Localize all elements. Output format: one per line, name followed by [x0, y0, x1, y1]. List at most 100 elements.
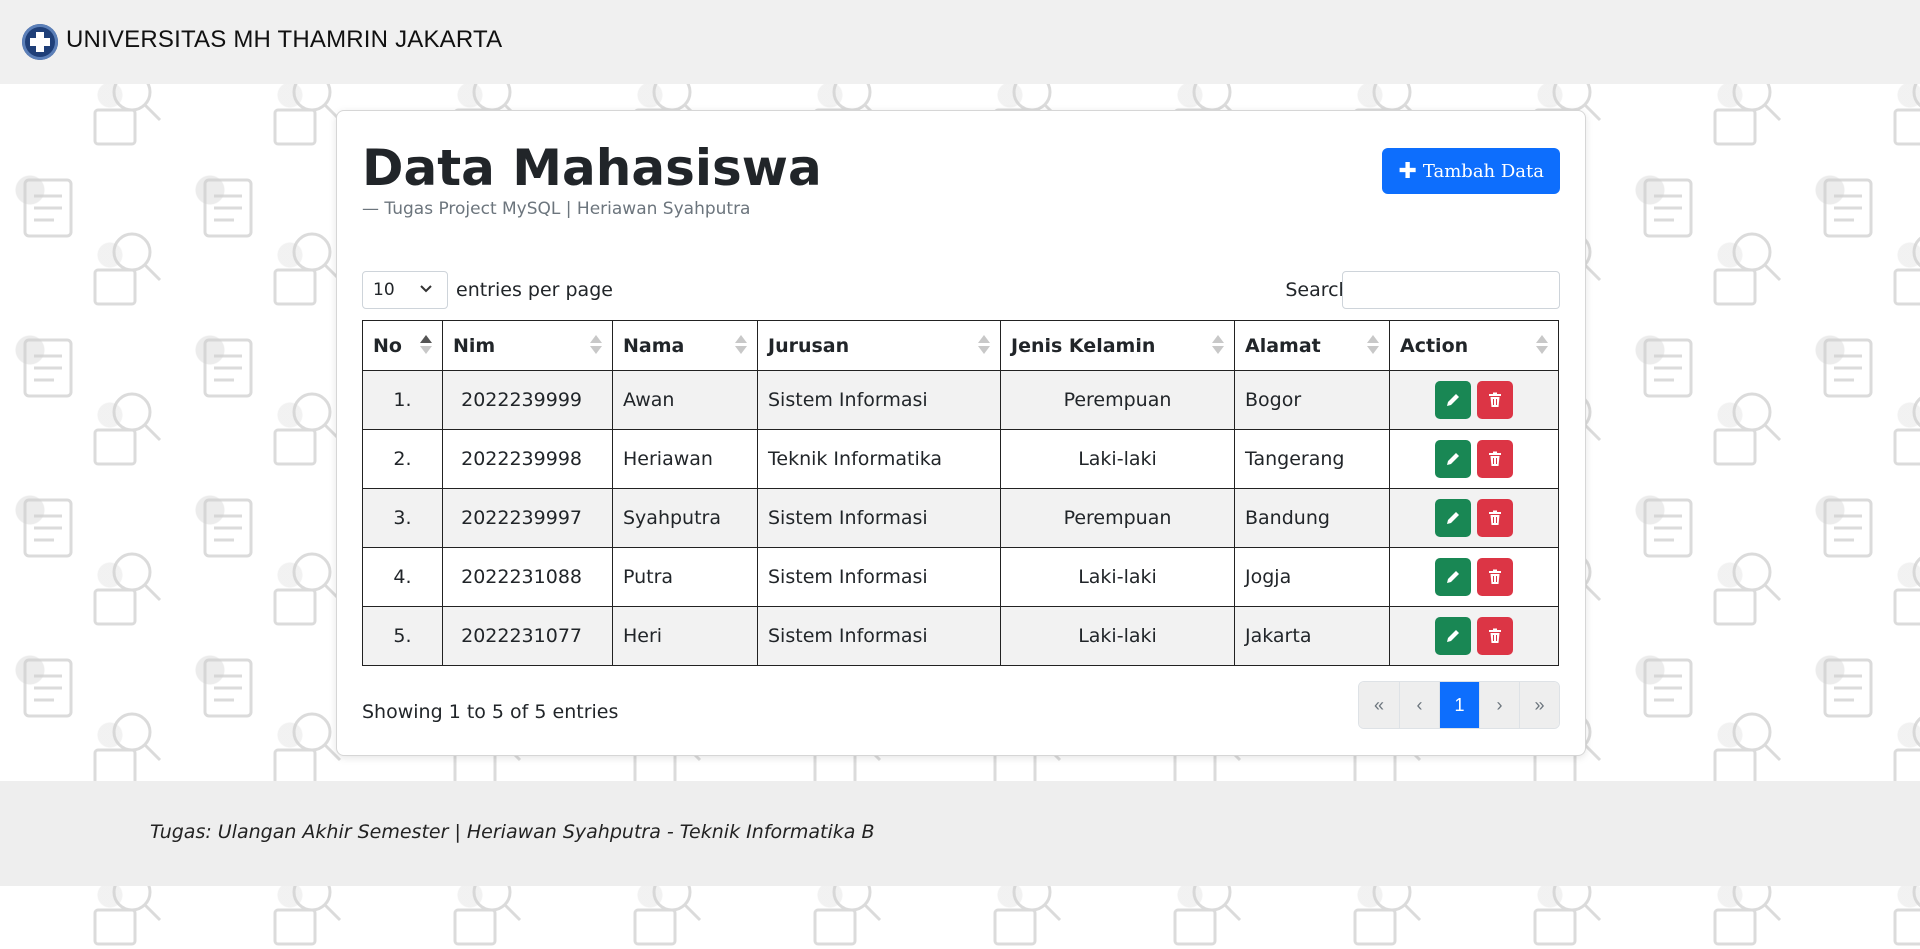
- cell-alamat: Jakarta: [1234, 606, 1390, 666]
- page-subtitle: — Tugas Project MySQL | Heriawan Syahput…: [362, 199, 751, 219]
- sort-icon: [735, 335, 747, 357]
- edit-button[interactable]: [1435, 440, 1471, 478]
- column-label: Nama: [623, 334, 685, 357]
- sort-icon: [1367, 335, 1379, 357]
- pagination: « ‹ 1 › »: [1358, 681, 1560, 729]
- cell-jenis-kelamin: Laki-laki: [1000, 606, 1235, 666]
- column-header-nim[interactable]: Nim: [442, 320, 613, 371]
- cell-nama: Awan: [612, 370, 758, 430]
- delete-button[interactable]: [1477, 381, 1513, 419]
- cell-action: [1389, 429, 1559, 489]
- cell-jurusan: Sistem Informasi: [757, 547, 1001, 607]
- column-header-jurusan[interactable]: Jurusan: [757, 320, 1001, 371]
- cell-action: [1389, 606, 1559, 666]
- column-label: Alamat: [1245, 334, 1321, 357]
- students-table: No Nim Nama Jurusan Jenis Kelamin Alamat…: [362, 320, 1559, 666]
- delete-button[interactable]: [1477, 440, 1513, 478]
- edit-button[interactable]: [1435, 499, 1471, 537]
- cell-nim: 2022231088: [442, 547, 613, 607]
- cell-no: 2.: [362, 429, 443, 489]
- pencil-icon: [1447, 630, 1459, 642]
- table-info: Showing 1 to 5 of 5 entries: [362, 701, 619, 723]
- footer-text: Tugas: Ulangan Akhir Semester | Heriawan…: [150, 821, 875, 843]
- sort-icon: [1536, 335, 1548, 357]
- data-card: Data Mahasiswa — Tugas Project MySQL | H…: [336, 110, 1586, 756]
- trash-icon: [1489, 451, 1501, 466]
- pencil-icon: [1447, 571, 1459, 583]
- cell-jenis-kelamin: Laki-laki: [1000, 429, 1235, 489]
- sort-icon: [590, 335, 602, 357]
- cell-alamat: Bandung: [1234, 488, 1390, 548]
- delete-button[interactable]: [1477, 558, 1513, 596]
- cell-jurusan: Teknik Informatika: [757, 429, 1001, 489]
- brand-name[interactable]: UNIVERSITAS MH THAMRIN JAKARTA: [66, 26, 502, 54]
- cell-no: 1.: [362, 370, 443, 430]
- table-row: 3. 2022239997 Syahputra Sistem Informasi…: [362, 488, 1559, 548]
- pencil-icon: [1447, 394, 1459, 406]
- table-row: 2. 2022239998 Heriawan Teknik Informatik…: [362, 429, 1559, 489]
- cell-nama: Syahputra: [612, 488, 758, 548]
- column-header-alamat[interactable]: Alamat: [1234, 320, 1390, 371]
- edit-button[interactable]: [1435, 617, 1471, 655]
- sort-icon: [978, 335, 990, 357]
- table-row: 4. 2022231088 Putra Sistem Informasi Lak…: [362, 547, 1559, 607]
- cell-action: [1389, 370, 1559, 430]
- cell-nim: 2022239998: [442, 429, 613, 489]
- cell-jurusan: Sistem Informasi: [757, 370, 1001, 430]
- prev-page-button[interactable]: ‹: [1399, 682, 1439, 728]
- add-data-label: Tambah Data: [1422, 160, 1544, 182]
- cell-nim: 2022239999: [442, 370, 613, 430]
- column-header-nama[interactable]: Nama: [612, 320, 758, 371]
- page-title: Data Mahasiswa: [362, 139, 822, 197]
- trash-icon: [1489, 628, 1501, 643]
- column-header-jenis-kelamin[interactable]: Jenis Kelamin: [1000, 320, 1235, 371]
- sort-icon: [1212, 335, 1224, 357]
- cell-alamat: Jogja: [1234, 547, 1390, 607]
- table-row: 1. 2022239999 Awan Sistem Informasi Pere…: [362, 370, 1559, 430]
- last-page-button[interactable]: »: [1519, 682, 1559, 728]
- table-row: 5. 2022231077 Heri Sistem Informasi Laki…: [362, 606, 1559, 666]
- plus-icon: ✚: [1398, 158, 1417, 184]
- cell-nim: 2022231077: [442, 606, 613, 666]
- cell-jenis-kelamin: Laki-laki: [1000, 547, 1235, 607]
- column-label: Action: [1400, 334, 1469, 357]
- column-label: No: [373, 334, 402, 357]
- column-header-no[interactable]: No: [362, 320, 443, 371]
- delete-button[interactable]: [1477, 617, 1513, 655]
- university-logo-icon[interactable]: [22, 24, 58, 60]
- column-label: Jenis Kelamin: [1011, 334, 1156, 357]
- cell-nama: Heriawan: [612, 429, 758, 489]
- column-label: Nim: [453, 334, 496, 357]
- entries-per-page-select[interactable]: 10: [362, 271, 448, 309]
- first-page-button[interactable]: «: [1359, 682, 1399, 728]
- edit-button[interactable]: [1435, 558, 1471, 596]
- cell-no: 3.: [362, 488, 443, 548]
- cell-nama: Putra: [612, 547, 758, 607]
- trash-icon: [1489, 569, 1501, 584]
- cell-jenis-kelamin: Perempuan: [1000, 370, 1235, 430]
- footer: Tugas: Ulangan Akhir Semester | Heriawan…: [0, 781, 1920, 886]
- entries-value: 10: [373, 280, 395, 300]
- cell-alamat: Tangerang: [1234, 429, 1390, 489]
- search-input[interactable]: [1342, 271, 1560, 309]
- column-header-action[interactable]: Action: [1389, 320, 1559, 371]
- cell-jurusan: Sistem Informasi: [757, 488, 1001, 548]
- add-data-button[interactable]: ✚ Tambah Data: [1382, 148, 1560, 194]
- cell-action: [1389, 488, 1559, 548]
- navbar: UNIVERSITAS MH THAMRIN JAKARTA: [0, 0, 1920, 84]
- page-1-button[interactable]: 1: [1439, 682, 1479, 728]
- sort-icon: [420, 335, 432, 357]
- trash-icon: [1489, 392, 1501, 407]
- entries-label: entries per page: [456, 279, 613, 301]
- table-header-row: No Nim Nama Jurusan Jenis Kelamin Alamat…: [362, 320, 1559, 371]
- pencil-icon: [1447, 512, 1459, 524]
- cell-nim: 2022239997: [442, 488, 613, 548]
- cell-action: [1389, 547, 1559, 607]
- cell-jurusan: Sistem Informasi: [757, 606, 1001, 666]
- next-page-button[interactable]: ›: [1479, 682, 1519, 728]
- trash-icon: [1489, 510, 1501, 525]
- edit-button[interactable]: [1435, 381, 1471, 419]
- pencil-icon: [1447, 453, 1459, 465]
- delete-button[interactable]: [1477, 499, 1513, 537]
- cell-no: 4.: [362, 547, 443, 607]
